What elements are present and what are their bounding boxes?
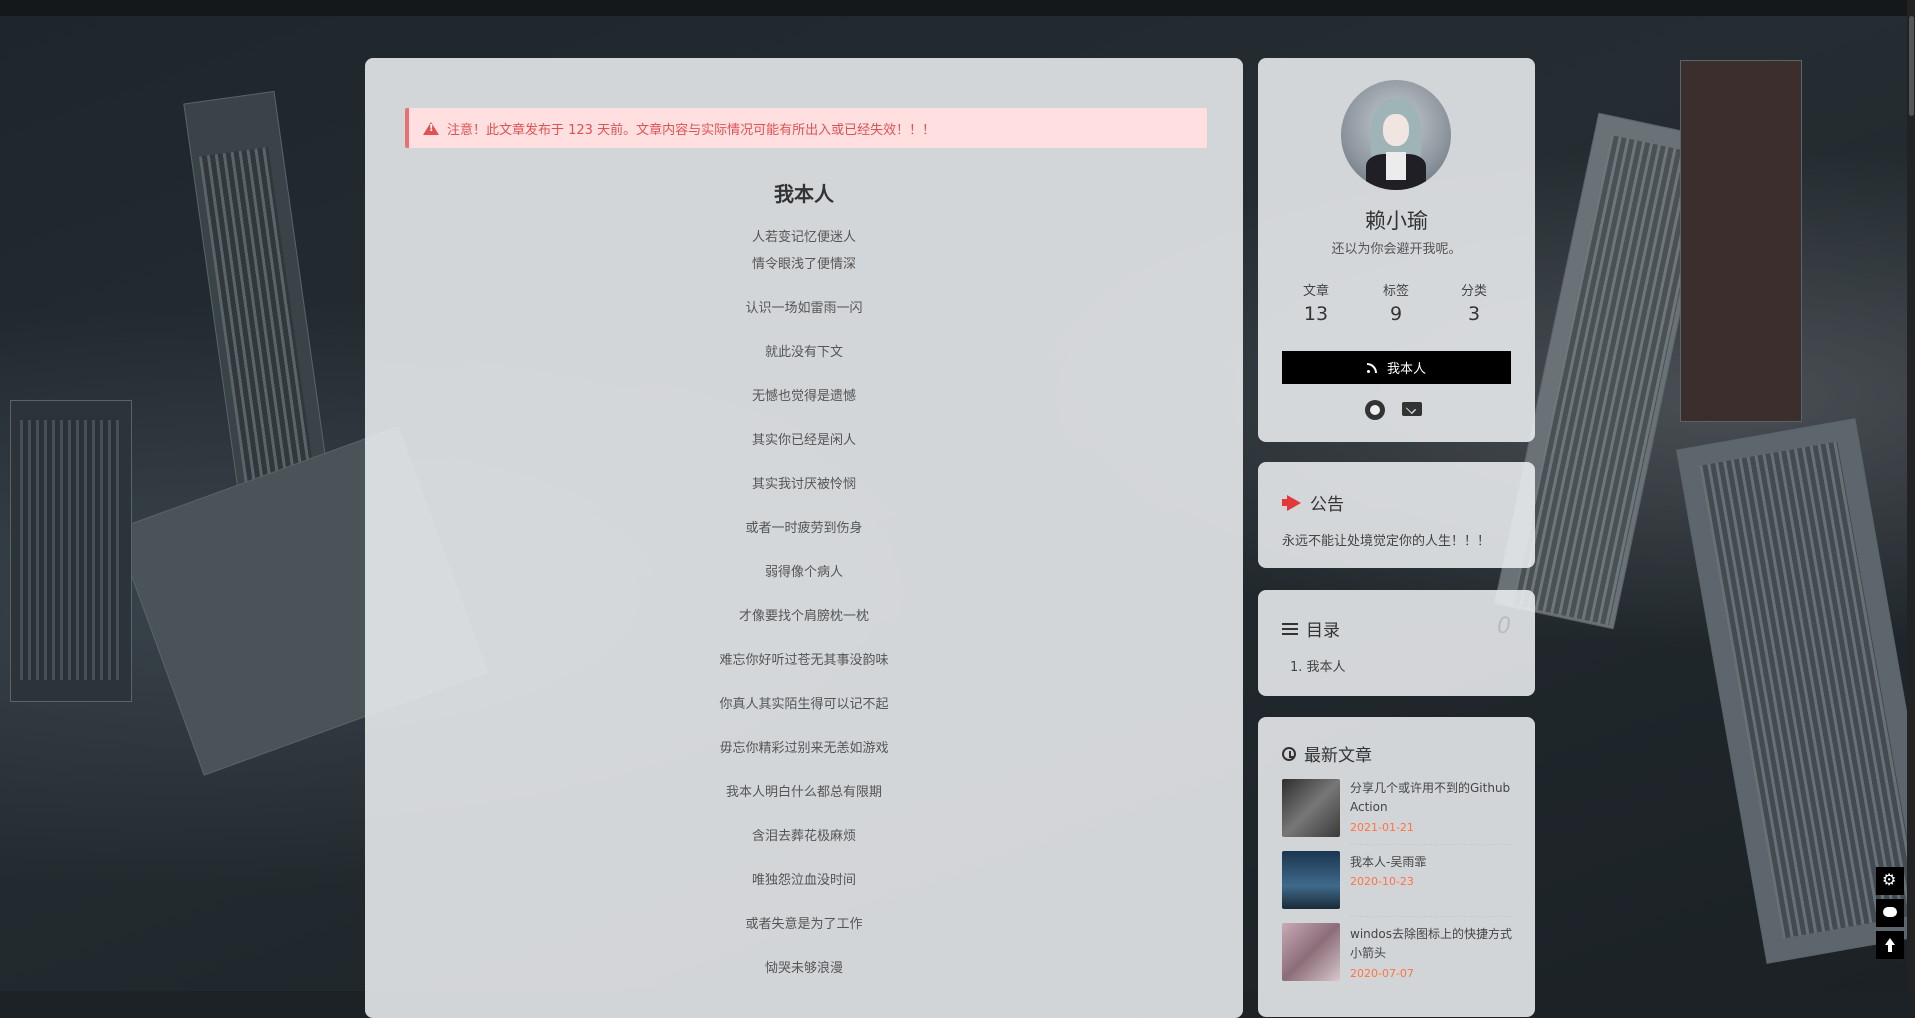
post-card: 注意！此文章发布于 123 天前。文章内容与实际情况可能有所出入或已经失效！！！…	[365, 58, 1243, 1018]
divider	[1350, 916, 1511, 917]
toc-card: 目录 0 1. 我本人	[1258, 590, 1535, 696]
recent-post-date: 2020-10-23	[1350, 875, 1414, 888]
divider	[1350, 844, 1511, 845]
stat-categories[interactable]: 分类 3	[1428, 280, 1520, 325]
post-thumbnail	[1282, 779, 1340, 837]
rss-icon	[1366, 362, 1377, 373]
settings-button[interactable]	[1876, 867, 1904, 895]
bullhorn-icon	[1282, 495, 1302, 511]
post-thumbnail	[1282, 851, 1340, 909]
recent-post-title: windos去除图标上的快捷方式小箭头	[1350, 927, 1512, 960]
announcement-header: 公告	[1282, 490, 1344, 515]
lyric-line: 才像要找个肩膀枕一枕	[738, 609, 869, 624]
recent-posts-header: 最新文章	[1282, 741, 1372, 766]
author-description: 还以为你会避开我呢。	[1331, 242, 1462, 257]
lyric-line: 或者一时疲劳到伤身	[745, 521, 863, 536]
recent-post-title: 分享几个或许用不到的Github Action	[1350, 781, 1511, 814]
warning-icon	[423, 121, 439, 135]
lyric-line: 或者失意是为了工作	[745, 917, 863, 932]
recent-posts-card: 最新文章 分享几个或许用不到的Github Action 2021-01-21 …	[1258, 717, 1535, 1017]
github-icon[interactable]	[1365, 400, 1385, 420]
stat-label: 文章	[1302, 284, 1329, 299]
top-bar	[0, 0, 1915, 16]
lyric-line: 我本人明白什么都总有限期	[725, 785, 882, 800]
lyric-line: 你真人其实陌生得可以记不起	[719, 697, 889, 712]
email-icon[interactable]	[1402, 402, 1422, 416]
follow-button-label: 我本人	[1386, 362, 1426, 377]
stat-articles[interactable]: 文章 13	[1270, 280, 1362, 325]
lyric-line: 难忘你好听过苍无其事没韵味	[719, 653, 889, 668]
stat-label: 分类	[1460, 284, 1487, 299]
comments-button[interactable]	[1876, 899, 1904, 927]
author-name: 赖小瑜	[1365, 209, 1428, 233]
lyric-line: 人若变记忆便迷人	[751, 230, 856, 245]
lyric-line: 无憾也觉得是遗憾	[751, 389, 856, 404]
lyric-line: 认识一场如雷雨一闪	[745, 301, 863, 316]
post-title: 我本人	[774, 182, 834, 206]
post-body: 人若变记忆便迷人 情令眼浅了便情深 认识一场如雷雨一闪 就此没有下文 无憾也觉得…	[365, 228, 1243, 1003]
stat-value: 3	[1467, 303, 1481, 325]
recent-post-item[interactable]: 分享几个或许用不到的Github Action 2021-01-21	[1282, 779, 1511, 837]
announcement-title: 公告	[1310, 495, 1344, 515]
lyric-line: 其实我讨厌被怜悯	[751, 477, 856, 492]
recent-posts-title: 最新文章	[1304, 746, 1372, 766]
list-icon	[1282, 622, 1298, 635]
avatar[interactable]	[1341, 80, 1451, 190]
toc-progress: 0	[1497, 614, 1511, 639]
recent-post-date: 2020-07-07	[1350, 967, 1414, 980]
recent-post-item[interactable]: windos去除图标上的快捷方式小箭头 2020-07-07	[1282, 923, 1512, 981]
lyric-line: 毋忘你精彩过别来无恙如游戏	[719, 741, 889, 756]
lyric-line: 含泪去葬花极麻烦	[751, 829, 856, 844]
lyric-line: 弱得像个病人	[764, 565, 843, 580]
author-card: 赖小瑜 还以为你会避开我呢。 文章 13 标签 9 分类 3 我本人	[1258, 58, 1535, 442]
toc-header: 目录	[1282, 616, 1340, 641]
stat-value: 13	[1303, 303, 1329, 325]
toc-title: 目录	[1306, 621, 1340, 641]
follow-button[interactable]: 我本人	[1282, 351, 1511, 384]
toc-item[interactable]: 1. 我本人	[1290, 656, 1346, 675]
recent-post-date: 2021-01-21	[1350, 821, 1414, 834]
lyric-line: 恸哭未够浪漫	[764, 961, 843, 976]
post-thumbnail	[1282, 923, 1340, 981]
lyric-line: 唯独怨泣血没时间	[751, 873, 856, 888]
announcement-text: 永远不能让处境觉定你的人生！！！	[1282, 534, 1491, 549]
recent-post-item[interactable]: 我本人-吴雨霏 2020-10-23	[1282, 851, 1511, 909]
scrollbar[interactable]	[1907, 0, 1915, 991]
outdated-notice-text: 注意！此文章发布于 123 天前。文章内容与实际情况可能有所出入或已经失效！！！	[447, 122, 936, 138]
back-to-top-button[interactable]	[1876, 931, 1904, 959]
lyric-line: 其实你已经是闲人	[751, 433, 856, 448]
history-icon	[1282, 746, 1296, 761]
announcement-card: 公告 永远不能让处境觉定你的人生！！！	[1258, 462, 1535, 568]
lyric-line: 就此没有下文	[764, 345, 843, 360]
scrollbar-thumb[interactable]	[1909, 16, 1914, 116]
recent-post-title: 我本人-吴雨霏	[1350, 855, 1427, 869]
lyric-line: 情令眼浅了便情深	[751, 257, 856, 272]
outdated-notice: 注意！此文章发布于 123 天前。文章内容与实际情况可能有所出入或已经失效！！！	[405, 108, 1207, 148]
